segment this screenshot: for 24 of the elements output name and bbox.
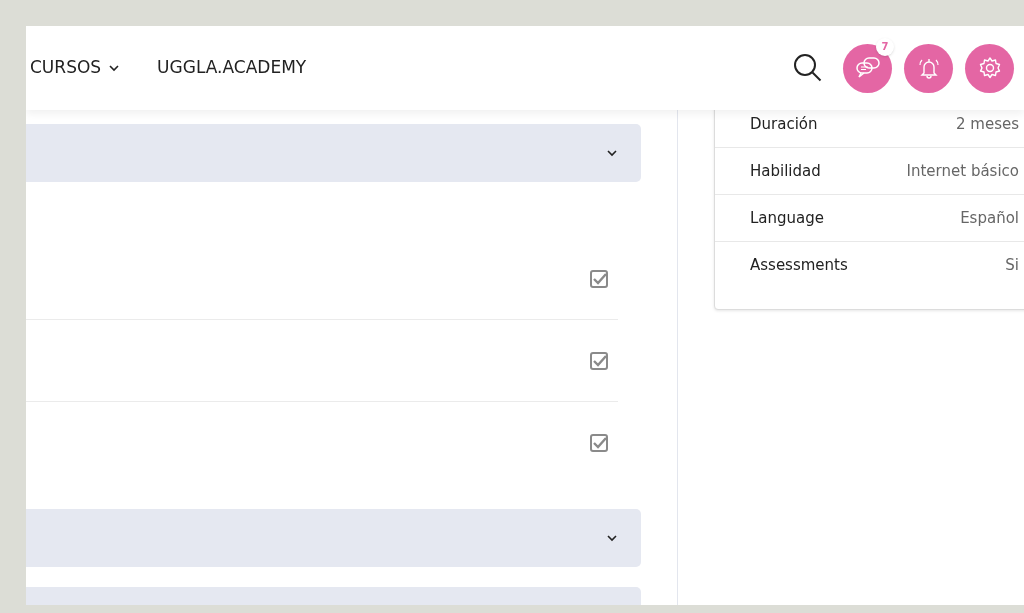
- chevron-down-icon: [109, 64, 120, 72]
- bell-icon: [916, 56, 941, 80]
- detail-value: Español: [960, 207, 1019, 229]
- chevron-down-icon: [607, 534, 617, 542]
- notifications-button[interactable]: [904, 43, 953, 93]
- detail-label: Habilidad: [750, 160, 821, 182]
- detail-label: Language: [750, 207, 825, 229]
- site-link[interactable]: UGGLA.ACADEMY: [157, 55, 307, 81]
- detail-value: Internet básico: [906, 160, 1019, 182]
- detail-label: Duración: [750, 113, 818, 135]
- chat-bubbles-icon: [855, 57, 880, 79]
- messages-button[interactable]: [843, 43, 892, 93]
- chevron-down-icon: [607, 149, 617, 157]
- detail-value: 2 meses: [956, 113, 1019, 135]
- notification-badge: 7: [876, 37, 894, 56]
- settings-button[interactable]: [965, 43, 1014, 93]
- checkbox[interactable]: [590, 434, 608, 452]
- search-icon[interactable]: [793, 53, 823, 83]
- checkbox[interactable]: [590, 351, 608, 370]
- courses-menu[interactable]: CURSOS: [30, 55, 120, 81]
- checkbox[interactable]: [590, 269, 608, 288]
- detail-value: Si: [1005, 255, 1019, 277]
- detail-label: Assessments: [750, 255, 848, 277]
- settings-icon: [977, 56, 1002, 80]
